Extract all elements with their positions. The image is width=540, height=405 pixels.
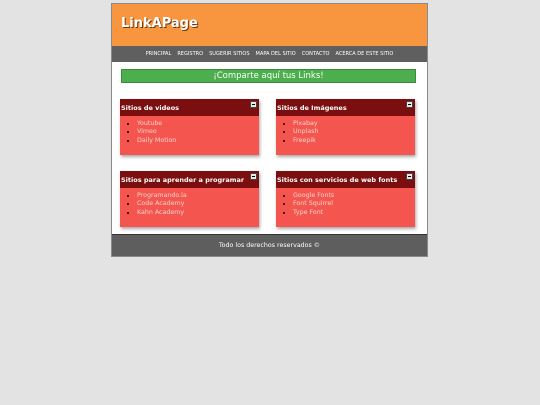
link-item[interactable]: Youtube (137, 120, 259, 128)
link-item[interactable]: Code Academy (137, 200, 259, 208)
box-header: Sitios de videos (120, 99, 259, 116)
link-list: Google Fonts Font Squirrel Type Font (276, 188, 415, 217)
share-links-button[interactable]: ¡Comparte aquí tus Links! (121, 69, 416, 83)
box-title: Sitios con servicios de web fonts (277, 176, 398, 184)
link-item[interactable]: Kahn Academy (137, 209, 259, 217)
link-item[interactable]: Daily Motion (137, 137, 259, 145)
nav-item-acerca[interactable]: ACERCA DE ESTE SITIO (335, 51, 393, 57)
link-box-web-fonts: Sitios con servicios de web fonts Google… (276, 171, 415, 227)
link-list: Pixabay Unplash Freepik (276, 116, 415, 145)
link-item[interactable]: Google Fonts (293, 192, 415, 200)
link-list: Programando.la Code Academy Kahn Academy (120, 188, 259, 217)
box-header: Sitios para aprender a programar (120, 171, 259, 188)
nav-item-principal[interactable]: PRINCIPAL (146, 51, 172, 57)
link-item[interactable]: Vimeo (137, 128, 259, 136)
site-footer: Todo los derechos reservados © (112, 234, 427, 256)
link-box-imagenes: Sitios de Imágenes Pixabay Unplash Freep… (276, 99, 415, 155)
footer-text: Todo los derechos reservados © (218, 242, 321, 249)
link-box-programar: Sitios para aprender a programar Program… (120, 171, 259, 227)
link-item[interactable]: Unplash (293, 128, 415, 136)
main-nav: PRINCIPAL REGISTRO SUGERIR SITIOS MAPA D… (112, 46, 427, 62)
nav-item-registro[interactable]: REGISTRO (177, 51, 203, 57)
link-box-videos: Sitios de videos Youtube Vimeo Daily Mot… (120, 99, 259, 155)
box-title: Sitios de videos (121, 104, 180, 112)
site-logo[interactable]: LinkAPage (121, 16, 198, 31)
link-item[interactable]: Pixabay (293, 120, 415, 128)
nav-item-contacto[interactable]: CONTACTO (302, 51, 330, 57)
box-header: Sitios con servicios de web fonts (276, 171, 415, 188)
link-item[interactable]: Freepik (293, 137, 415, 145)
nav-item-sugerir-sitios[interactable]: SUGERIR SITIOS (209, 51, 249, 57)
nav-item-mapa-del-sitio[interactable]: MAPA DEL SITIO (256, 51, 296, 57)
box-title: Sitios de Imágenes (277, 104, 347, 112)
page-container: LinkAPage PRINCIPAL REGISTRO SUGERIR SIT… (111, 3, 428, 257)
site-header: LinkAPage (112, 4, 427, 46)
collapse-icon[interactable] (250, 101, 257, 108)
link-item[interactable]: Programando.la (137, 192, 259, 200)
collapse-icon[interactable] (250, 173, 257, 180)
box-header: Sitios de Imágenes (276, 99, 415, 116)
collapse-icon[interactable] (406, 101, 413, 108)
link-item[interactable]: Type Font (293, 209, 415, 217)
link-list: Youtube Vimeo Daily Motion (120, 116, 259, 145)
collapse-icon[interactable] (406, 173, 413, 180)
box-title: Sitios para aprender a programar (121, 176, 245, 184)
link-item[interactable]: Font Squirrel (293, 200, 415, 208)
